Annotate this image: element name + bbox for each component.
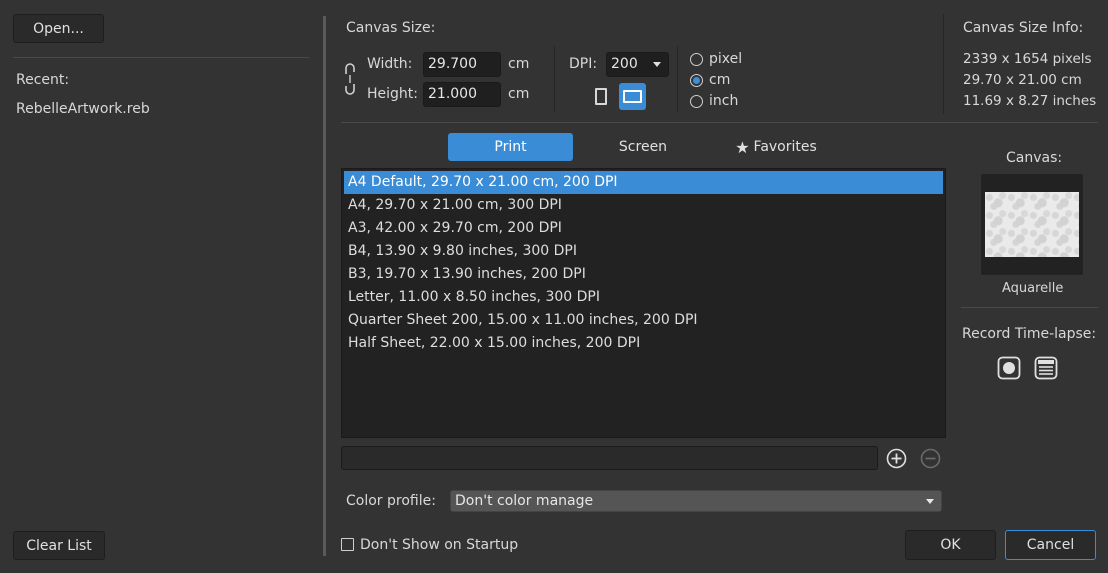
tab-screen-label: Screen bbox=[618, 139, 668, 155]
tab-print[interactable]: Print bbox=[448, 133, 573, 161]
record-icon bbox=[997, 356, 1021, 380]
height-label: Height: bbox=[367, 86, 418, 102]
preset-item[interactable]: Half Sheet, 22.00 x 15.00 inches, 200 DP… bbox=[342, 332, 945, 355]
height-field[interactable]: 21.000 bbox=[423, 82, 501, 107]
info-pixels: 2339 x 1654 pixels bbox=[963, 51, 1092, 67]
color-profile-value: Don't color manage bbox=[455, 493, 594, 509]
preset-item[interactable]: B3, 19.70 x 13.90 inches, 200 DPI bbox=[342, 263, 945, 286]
unit-inch-label: inch bbox=[709, 93, 739, 109]
ok-button-label: OK bbox=[940, 537, 961, 553]
unit-cm-radio[interactable] bbox=[690, 74, 703, 87]
preset-item[interactable]: A4, 29.70 x 21.00 cm, 300 DPI bbox=[342, 194, 945, 217]
cancel-button[interactable]: Cancel bbox=[1005, 530, 1096, 560]
chevron-down-icon bbox=[653, 62, 661, 67]
add-preset-button[interactable] bbox=[886, 448, 907, 469]
canvas-texture-name: Aquarelle bbox=[1002, 281, 1064, 296]
star-icon: ★ bbox=[735, 137, 750, 157]
preset-item[interactable]: Quarter Sheet 200, 15.00 x 11.00 inches,… bbox=[342, 309, 945, 332]
canvas-size-title: Canvas Size: bbox=[346, 20, 436, 36]
timelapse-video-button[interactable] bbox=[1034, 356, 1058, 380]
preset-list[interactable]: A4 Default, 29.70 x 21.00 cm, 200 DPI A4… bbox=[341, 168, 946, 438]
width-field[interactable]: 29.700 bbox=[423, 52, 501, 77]
dpi-value: 200 bbox=[611, 56, 638, 72]
recent-file-item[interactable]: RebelleArtwork.reb bbox=[16, 101, 150, 117]
width-label: Width: bbox=[367, 56, 413, 72]
dont-show-label: Don't Show on Startup bbox=[360, 537, 519, 553]
aspect-lock-icon[interactable] bbox=[342, 62, 358, 96]
info-separator bbox=[943, 14, 944, 114]
preset-name-field[interactable] bbox=[341, 446, 878, 470]
tab-print-label: Print bbox=[494, 139, 527, 155]
landscape-orientation-button[interactable] bbox=[619, 83, 646, 110]
landscape-icon bbox=[623, 90, 642, 103]
left-divider bbox=[13, 57, 309, 58]
remove-preset-button[interactable] bbox=[920, 448, 941, 469]
timelapse-title: Record Time-lapse: bbox=[962, 326, 1097, 342]
info-title: Canvas Size Info: bbox=[963, 20, 1084, 36]
dpi-separator-left bbox=[554, 46, 555, 112]
unit-pixel-label: pixel bbox=[709, 51, 743, 67]
paper-texture-image bbox=[985, 192, 1079, 257]
canvas-texture-thumbnail[interactable] bbox=[981, 174, 1083, 275]
canvas-title: Canvas: bbox=[1006, 150, 1063, 166]
color-profile-select[interactable]: Don't color manage bbox=[450, 490, 942, 512]
preset-item[interactable]: Letter, 11.00 x 8.50 inches, 300 DPI bbox=[342, 286, 945, 309]
recent-label: Recent: bbox=[16, 72, 70, 88]
tab-favorites-label: Favorites bbox=[753, 139, 817, 155]
unit-cm-label: cm bbox=[709, 72, 731, 88]
clapperboard-icon bbox=[1034, 356, 1058, 380]
open-button-label: Open... bbox=[33, 20, 84, 37]
dont-show-checkbox[interactable] bbox=[341, 538, 354, 551]
clear-list-button[interactable]: Clear List bbox=[13, 531, 105, 560]
cancel-button-label: Cancel bbox=[1026, 537, 1075, 553]
portrait-orientation-button[interactable] bbox=[590, 84, 612, 110]
color-profile-label: Color profile: bbox=[346, 493, 436, 509]
info-inches: 11.69 x 8.27 inches bbox=[963, 93, 1097, 109]
chevron-down-icon bbox=[926, 499, 934, 504]
panel-separator bbox=[323, 16, 326, 556]
height-unit: cm bbox=[508, 86, 530, 102]
right-divider bbox=[961, 307, 1098, 308]
plus-circle-icon bbox=[886, 448, 907, 469]
portrait-icon bbox=[595, 88, 607, 105]
info-cm: 29.70 x 21.00 cm bbox=[963, 72, 1082, 88]
ok-button[interactable]: OK bbox=[905, 530, 996, 560]
units-separator bbox=[677, 46, 678, 112]
unit-pixel-radio[interactable] bbox=[690, 53, 703, 66]
clear-list-label: Clear List bbox=[26, 537, 92, 554]
preset-item[interactable]: A4 Default, 29.70 x 21.00 cm, 200 DPI bbox=[344, 171, 943, 194]
minus-circle-icon bbox=[920, 448, 941, 469]
dpi-select[interactable]: 200 bbox=[606, 52, 669, 77]
unit-inch-radio[interactable] bbox=[690, 95, 703, 108]
top-divider bbox=[341, 122, 1098, 123]
record-button[interactable] bbox=[997, 356, 1021, 380]
tab-screen[interactable]: Screen bbox=[586, 133, 700, 161]
width-unit: cm bbox=[508, 56, 530, 72]
open-button[interactable]: Open... bbox=[13, 14, 104, 43]
preset-item[interactable]: B4, 13.90 x 9.80 inches, 300 DPI bbox=[342, 240, 945, 263]
tab-favorites[interactable]: ★ Favorites bbox=[724, 133, 828, 161]
dpi-label: DPI: bbox=[569, 56, 598, 72]
preset-item[interactable]: A3, 42.00 x 29.70 cm, 200 DPI bbox=[342, 217, 945, 240]
